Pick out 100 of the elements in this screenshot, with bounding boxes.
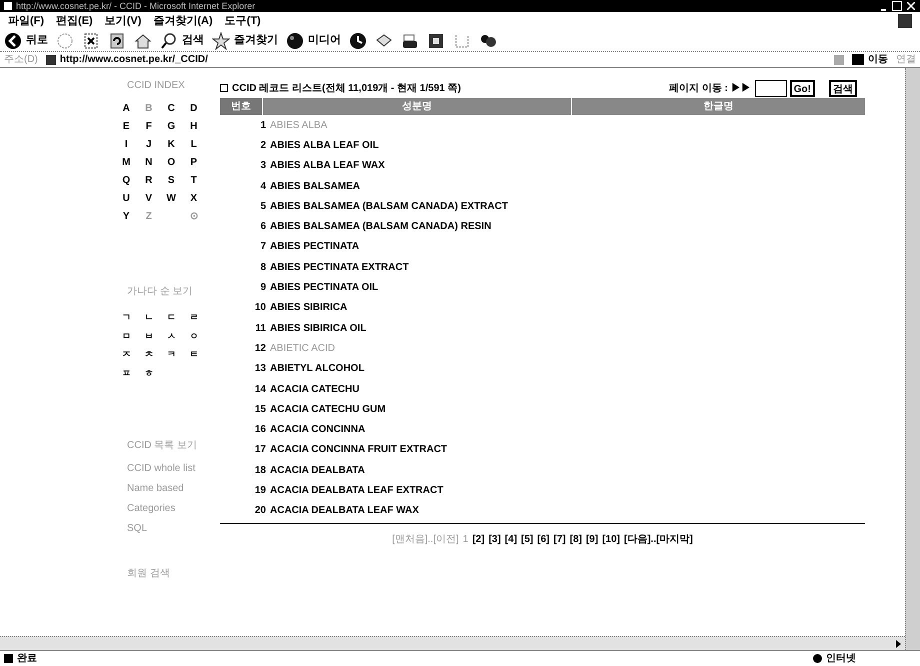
letter-link[interactable]: ㅊ xyxy=(138,348,160,362)
home-icon xyxy=(134,32,152,50)
column-header: 한글명 xyxy=(572,98,865,115)
letter-link[interactable]: E xyxy=(115,119,138,134)
star-icon xyxy=(212,32,230,50)
pager-link[interactable]: [7] xyxy=(554,532,566,547)
ingredient-link[interactable]: ABIES BALSAMEA xyxy=(270,178,360,194)
letter-link[interactable]: D xyxy=(182,101,205,116)
vertical-scrollbar[interactable] xyxy=(905,68,920,650)
letter-link[interactable]: Y xyxy=(115,209,138,224)
toolbar-button[interactable]: 즐겨찾기 xyxy=(212,32,278,50)
letter-link[interactable]: ㅁ xyxy=(115,330,138,343)
menu-item[interactable]: 도구(T) xyxy=(224,12,261,30)
letter-link[interactable]: C xyxy=(160,101,182,116)
menu-item[interactable]: 보기(V) xyxy=(104,12,142,30)
pager-link[interactable]: [8] xyxy=(570,532,582,547)
letter-link[interactable]: ㄱ xyxy=(115,311,138,324)
list-title: CCID 레코드 리스트(전체 11,019개 - 현재 1/591 쪽) xyxy=(232,82,461,96)
toolbar-button[interactable] xyxy=(349,32,367,50)
ingredient-link[interactable]: ABIES ALBA LEAF OIL xyxy=(270,138,379,153)
letter-link[interactable]: ㄹ xyxy=(182,311,205,324)
letter-link[interactable]: U xyxy=(115,191,138,206)
menu-item[interactable]: 편집(E) xyxy=(56,12,93,30)
row-number: 20 xyxy=(254,504,267,518)
ingredient-link[interactable]: ABIES ALBA LEAF WAX xyxy=(270,158,385,174)
letter-link[interactable]: S xyxy=(160,173,182,188)
letter-link[interactable]: X xyxy=(182,191,205,206)
letter-link[interactable]: A xyxy=(115,101,138,116)
toolbar-button[interactable]: 뒤로 xyxy=(4,32,48,50)
letter-link[interactable]: ㅌ xyxy=(182,348,205,362)
pager-link[interactable]: [6] xyxy=(537,532,550,547)
toolbar-button[interactable] xyxy=(134,32,152,50)
printer-icon xyxy=(401,32,419,50)
ingredient-link[interactable]: ABIES BALSAMEA (BALSAM CANADA) EXTRACT xyxy=(270,198,508,214)
toolbar-button[interactable] xyxy=(82,32,100,50)
menu-item[interactable]: 파일(F) xyxy=(8,12,44,30)
menu-item[interactable]: 즐겨찾기(A) xyxy=(153,12,213,30)
ingredient-link[interactable]: ABIES SIBIRICA xyxy=(270,300,348,316)
pager-link[interactable]: [9] xyxy=(586,532,598,547)
toolbar-button[interactable] xyxy=(401,32,419,50)
letter-link[interactable]: N xyxy=(138,155,160,170)
letter-link[interactable]: O xyxy=(160,155,182,170)
letter-link[interactable]: M xyxy=(115,155,138,170)
letter-link[interactable]: V xyxy=(138,191,160,206)
close-button[interactable] xyxy=(906,1,916,11)
letter-link[interactable]: F xyxy=(138,119,160,134)
go-button[interactable]: Go! xyxy=(790,80,815,96)
pager-link[interactable]: [5] xyxy=(521,532,534,547)
toolbar-button[interactable]: 검색 xyxy=(160,32,204,50)
letter-link[interactable]: ㅎ xyxy=(138,366,160,380)
row-number: 9 xyxy=(259,281,267,296)
letter-link[interactable]: ㅋ xyxy=(160,348,182,362)
section-heading: 회원 검색 xyxy=(126,567,171,581)
pager-link[interactable]: [3] xyxy=(488,532,501,547)
pager-link[interactable]: [2] xyxy=(472,532,485,547)
address-label: 주소(D) xyxy=(4,53,38,67)
letter-link[interactable]: ㄷ xyxy=(160,311,182,324)
letter-link[interactable]: ㅂ xyxy=(138,330,160,343)
ingredient-link[interactable]: ACACIA CONCINNA xyxy=(270,422,366,438)
letter-link[interactable]: Q xyxy=(115,173,138,188)
pager-link[interactable]: [다음]..[마지막] xyxy=(624,532,693,547)
letter-link[interactable]: J xyxy=(138,137,160,152)
letter-link[interactable]: K xyxy=(160,137,182,152)
ingredient-link[interactable]: ABIES PECTINATA OIL xyxy=(270,280,378,296)
pager-link[interactable]: [10] xyxy=(602,532,620,547)
ingredient-link[interactable]: ACACIA CATECHU GUM xyxy=(270,402,386,417)
letter-link[interactable]: W xyxy=(160,191,182,206)
ingredient-link[interactable]: ACACIA CATECHU xyxy=(270,382,360,396)
ingredient-link[interactable]: ABIES PECTINATA xyxy=(270,239,360,254)
letter-link[interactable]: T xyxy=(182,173,205,188)
letter-link[interactable]: ㅍ xyxy=(115,366,138,380)
pager-link[interactable]: [4] xyxy=(504,532,518,547)
page-number-field[interactable] xyxy=(754,80,787,96)
ingredient-link[interactable]: ABIES SIBIRICA OIL xyxy=(270,320,366,336)
letter-link[interactable]: G xyxy=(160,119,182,134)
ingredient-link[interactable]: ACACIA DEALBATA xyxy=(270,462,365,478)
row-number: 5 xyxy=(259,200,267,214)
letter-link[interactable]: ㅇ xyxy=(182,330,205,343)
ingredient-link[interactable]: ACACIA CONCINNA FRUIT EXTRACT xyxy=(270,442,448,458)
ingredient-link[interactable]: ACACIA DEALBATA LEAF WAX xyxy=(270,503,419,518)
letter-link[interactable]: ㅅ xyxy=(160,330,182,343)
letter-link[interactable]: L xyxy=(182,137,205,152)
letter-link[interactable]: R xyxy=(138,173,160,188)
letter-link[interactable]: P xyxy=(182,155,205,170)
horizontal-scrollbar[interactable] xyxy=(0,636,905,650)
restore-button[interactable] xyxy=(892,1,902,11)
address-field[interactable]: http://www.cosnet.pe.kr/_CCID/ xyxy=(46,52,826,66)
row-number: 14 xyxy=(254,382,267,396)
toolbar-button[interactable]: 미디어 xyxy=(286,32,341,50)
letter-link[interactable]: ㅈ xyxy=(115,348,138,362)
letter-link[interactable]: H xyxy=(182,119,205,134)
toolbar-button[interactable] xyxy=(108,32,126,50)
letter-link[interactable]: I xyxy=(115,137,138,152)
letter-link[interactable]: ㄴ xyxy=(138,311,160,324)
ingredient-link[interactable]: ABIES BALSAMEA (BALSAM CANADA) RESIN xyxy=(270,219,492,234)
ingredient-link[interactable]: ABIES PECTINATA EXTRACT xyxy=(270,260,409,275)
ingredient-link[interactable]: ABIETYL ALCOHOL xyxy=(270,361,364,376)
go-button[interactable]: 이동 xyxy=(852,52,888,67)
search-button[interactable]: 검색 xyxy=(829,80,857,96)
ingredient-link[interactable]: ACACIA DEALBATA LEAF EXTRACT xyxy=(270,482,444,498)
